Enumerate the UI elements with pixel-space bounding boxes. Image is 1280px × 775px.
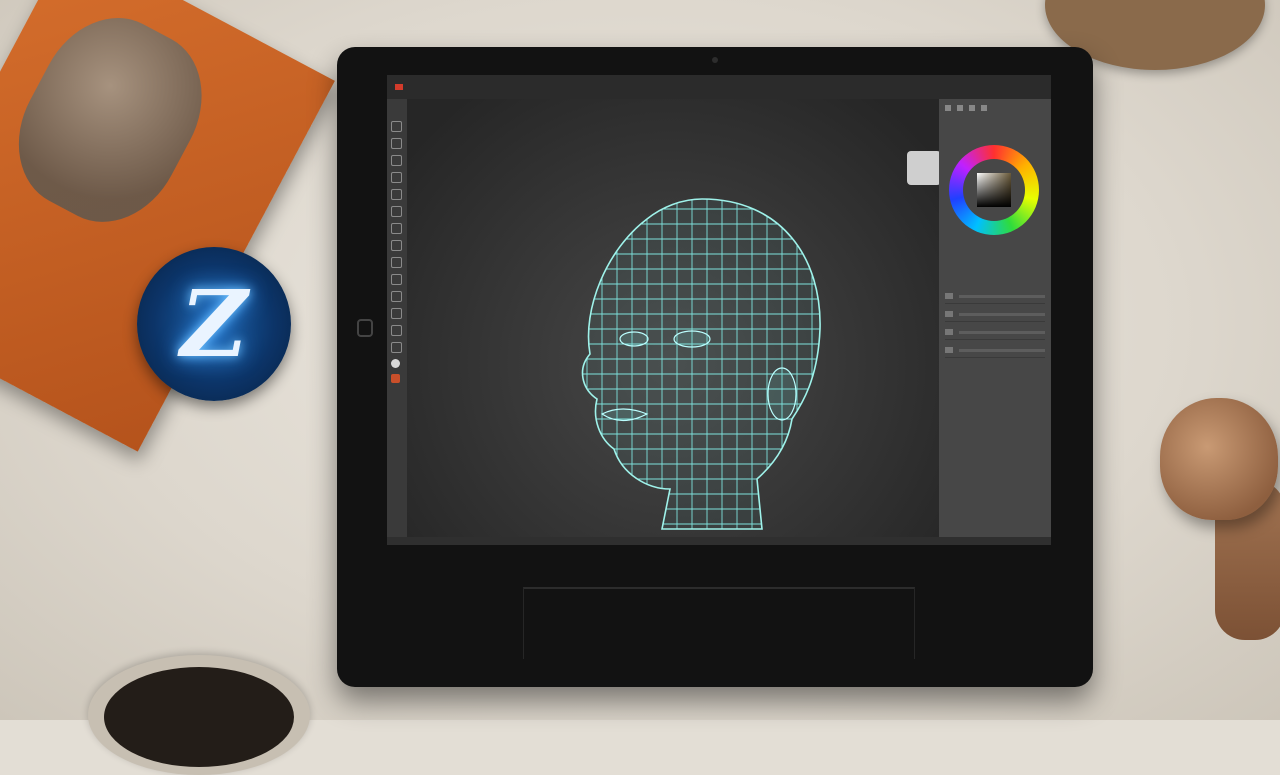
head-outline [581, 198, 821, 530]
home-button[interactable] [357, 319, 373, 337]
panel-tab-icon[interactable] [945, 105, 951, 111]
tablet [337, 47, 1093, 687]
coffee [104, 667, 294, 767]
select-icon[interactable] [391, 257, 402, 268]
layer-row[interactable] [945, 343, 1045, 358]
flatten-icon[interactable] [391, 223, 402, 234]
layer-icon [945, 329, 953, 335]
scale-icon[interactable] [391, 325, 402, 336]
crop-icon[interactable] [391, 274, 402, 285]
layer-row[interactable] [945, 307, 1045, 322]
zoom-icon[interactable] [391, 291, 402, 302]
panel-tab-icon[interactable] [981, 105, 987, 111]
pinch-icon[interactable] [391, 206, 402, 217]
tool-palette [391, 121, 405, 451]
panel-header [939, 99, 1051, 117]
pen-icon[interactable] [391, 342, 402, 353]
book-cover-art [0, 0, 228, 246]
wireframe-head [581, 198, 821, 530]
layer-icon [945, 293, 953, 299]
swatch-icon[interactable] [391, 374, 400, 383]
color-picker-wheel[interactable] [949, 145, 1039, 235]
right-panel [939, 99, 1051, 545]
smooth-icon[interactable] [391, 155, 402, 166]
layer-name-bar [959, 330, 1045, 334]
panel-tab-icon[interactable] [957, 105, 963, 111]
navigation-cube-icon[interactable] [907, 151, 941, 185]
zbrush-badge: Z [137, 247, 291, 401]
layer-row[interactable] [945, 325, 1045, 340]
panel-tab-icon[interactable] [969, 105, 975, 111]
layer-row[interactable] [945, 289, 1045, 304]
camera-icon [712, 57, 718, 63]
badge-letter: Z [180, 270, 248, 378]
app-logo-icon [395, 84, 403, 90]
layer-name-bar [959, 312, 1045, 316]
layer-name-bar [959, 348, 1045, 352]
head-figurine [1160, 398, 1278, 520]
rotate-icon[interactable] [391, 308, 402, 319]
layer-name-bar [959, 294, 1045, 298]
menu-bar [387, 75, 1051, 99]
clay-icon[interactable] [391, 172, 402, 183]
mask-icon[interactable] [391, 240, 402, 251]
status-bar [387, 537, 1051, 545]
move-icon[interactable] [391, 121, 402, 132]
material-icon[interactable] [391, 359, 400, 368]
inflate-icon[interactable] [391, 189, 402, 200]
layer-icon [945, 347, 953, 353]
tablet-stand-rail [523, 587, 915, 659]
brush-icon[interactable] [391, 138, 402, 149]
viewport-canvas[interactable] [407, 99, 941, 539]
tablet-screen [387, 75, 1051, 545]
coffee-mug [88, 655, 310, 775]
layer-icon [945, 311, 953, 317]
color-picker-square[interactable] [977, 173, 1011, 207]
